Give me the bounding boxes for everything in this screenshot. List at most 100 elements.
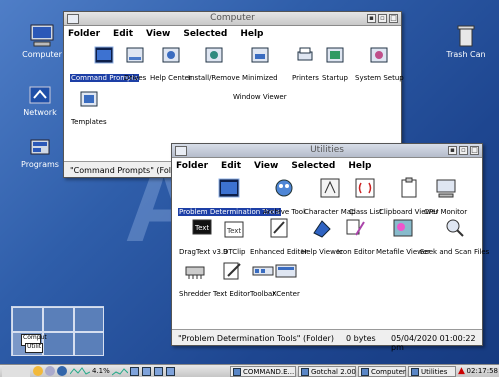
object-text-editor[interactable]: Text Editor bbox=[212, 259, 251, 300]
xcenter-logo-icon[interactable] bbox=[2, 366, 30, 377]
status-text: "Problem Determination Tools" (Folder) bbox=[178, 334, 334, 343]
task-computer-button[interactable]: Computer bbox=[358, 366, 406, 377]
text-editor-icon bbox=[223, 262, 241, 280]
printers-icon bbox=[297, 47, 313, 61]
minimize-icon[interactable]: ▪ bbox=[448, 146, 457, 155]
virtual-desktop-pager[interactable]: Comput Utilit bbox=[11, 306, 104, 356]
command-prompt-icon bbox=[233, 368, 241, 376]
xcenter-icon bbox=[275, 264, 297, 278]
computer-menubar: Folder Edit View Selected Help bbox=[64, 26, 401, 41]
character-map-icon bbox=[320, 178, 340, 198]
window-icon[interactable] bbox=[166, 367, 175, 376]
system-setup-icon bbox=[370, 47, 388, 63]
pager-cell[interactable] bbox=[74, 332, 104, 356]
minimized-window-viewer-icon bbox=[251, 47, 269, 63]
dtclip-icon-glyph: Text bbox=[226, 227, 241, 235]
pager-cell[interactable] bbox=[12, 307, 43, 332]
cpu-percent: 4.1% bbox=[92, 367, 110, 375]
cpu-monitor-icon bbox=[436, 179, 456, 198]
utilities-window-body: Problem Determination Tools Archive Tool… bbox=[172, 173, 489, 329]
menu-edit[interactable]: Edit bbox=[113, 29, 133, 39]
desktop-icon-label: Programs bbox=[21, 160, 59, 169]
menu-selected[interactable]: Selected bbox=[291, 161, 335, 171]
seek-scan-icon bbox=[446, 219, 464, 237]
shredder-icon bbox=[185, 266, 205, 279]
object-archive-tool[interactable]: Archive Tool bbox=[262, 177, 306, 218]
desktop-icon-label: Network bbox=[23, 108, 57, 117]
status-date: 05/04/2020 01:00:22 pm bbox=[391, 334, 476, 352]
xcenter-taskbar: 4.1% COMMAND.E... Gotchal 2.00 Computer … bbox=[0, 364, 499, 377]
menu-folder[interactable]: Folder bbox=[176, 161, 208, 171]
computer-icon bbox=[30, 24, 54, 47]
help-center-icon bbox=[162, 47, 180, 63]
object-system-setup[interactable]: System Setup bbox=[354, 45, 405, 84]
pager-cell[interactable] bbox=[74, 307, 104, 332]
object-cpu-monitor[interactable]: CPU Monitor bbox=[423, 177, 468, 218]
menu-help[interactable]: Help bbox=[348, 161, 371, 171]
clipboard-viewer-icon bbox=[401, 177, 417, 198]
drives-icon bbox=[126, 47, 144, 63]
object-xcenter[interactable]: XCenter bbox=[271, 259, 301, 300]
desktop-icon-computer[interactable]: Computer bbox=[14, 24, 70, 59]
restore-icon[interactable]: ▫ bbox=[378, 14, 387, 23]
task-command-button[interactable]: COMMAND.E... bbox=[230, 366, 296, 377]
utilities-menubar: Folder Edit View Selected Help bbox=[172, 158, 482, 173]
object-icon-editor[interactable]: Icon Editor bbox=[336, 217, 376, 258]
object-seek-and-scan-files[interactable]: Seek and Scan Files bbox=[419, 217, 490, 258]
window-icon[interactable] bbox=[154, 367, 163, 376]
object-dtclip[interactable]: Text DTClip bbox=[222, 217, 246, 258]
object-startup[interactable]: Startup bbox=[321, 45, 349, 84]
desktop-icon-programs[interactable]: Programs bbox=[12, 138, 68, 169]
trash-can-icon bbox=[457, 25, 475, 47]
restore-icon[interactable]: ▫ bbox=[459, 146, 468, 155]
dragtext-icon-glyph: Text bbox=[194, 224, 209, 232]
pager-cell[interactable] bbox=[43, 307, 74, 332]
task-utilities-button[interactable]: Utilities bbox=[408, 366, 456, 377]
network-status-icon[interactable] bbox=[57, 366, 67, 376]
menu-view[interactable]: View bbox=[146, 29, 170, 39]
network-icon bbox=[29, 86, 51, 104]
object-shredder[interactable]: Shredder bbox=[178, 259, 212, 300]
maximize-icon[interactable]: □ bbox=[470, 146, 479, 155]
window-icon[interactable] bbox=[142, 367, 151, 376]
menu-help[interactable]: Help bbox=[240, 29, 263, 39]
window-icon[interactable] bbox=[130, 367, 139, 376]
desktop-icon-label: Computer bbox=[22, 50, 62, 59]
pager-window-utilities[interactable]: Utilit bbox=[25, 343, 43, 353]
folder-icon bbox=[218, 178, 240, 198]
maximize-icon[interactable]: □ bbox=[389, 14, 398, 23]
metafile-viewer-icon bbox=[393, 219, 413, 237]
dtclip-icon: Text bbox=[224, 221, 244, 238]
utilities-icon bbox=[411, 368, 419, 376]
object-templates[interactable]: Templates bbox=[70, 89, 108, 128]
pager-cell[interactable] bbox=[43, 332, 74, 356]
utilities-window[interactable]: Utilities ▪ ▫ □ Folder Edit View Selecte… bbox=[171, 143, 489, 352]
object-drives[interactable]: Drives bbox=[123, 45, 147, 84]
status-size: 0 bytes bbox=[346, 334, 376, 343]
menu-edit[interactable]: Edit bbox=[221, 161, 241, 171]
menu-selected[interactable]: Selected bbox=[183, 29, 227, 39]
minimize-icon[interactable]: ▪ bbox=[367, 14, 376, 23]
window-title: Utilities bbox=[310, 145, 344, 155]
object-printers[interactable]: Printers bbox=[291, 45, 320, 84]
desktop-icon-trash-can[interactable]: Trash Can bbox=[438, 24, 494, 59]
clock: 02:17:58 pm bbox=[466, 367, 498, 377]
folder-icon bbox=[94, 46, 114, 64]
enhanced-editor-icon bbox=[270, 218, 288, 238]
task-gotchal-button[interactable]: Gotchal 2.00 bbox=[298, 366, 356, 377]
utilities-window-titlebar[interactable]: Utilities ▪ ▫ □ bbox=[172, 144, 482, 158]
folder-shortcut-icon[interactable] bbox=[33, 366, 43, 376]
object-minimized-window-viewer[interactable]: Minimized Window Viewer bbox=[232, 45, 288, 103]
desktop-icon-network[interactable]: Network bbox=[12, 86, 68, 117]
search-icon[interactable] bbox=[45, 366, 55, 376]
computer-window-titlebar[interactable]: Computer ▪ ▫ □ bbox=[64, 12, 401, 26]
icon-editor-icon bbox=[346, 219, 365, 236]
computer-icon bbox=[361, 368, 369, 376]
install-remove-icon bbox=[205, 47, 223, 63]
window-list-quick-icons[interactable] bbox=[130, 366, 176, 377]
help-viewer-icon bbox=[313, 220, 331, 238]
menu-view[interactable]: View bbox=[254, 161, 278, 171]
memory-graph-icon bbox=[112, 368, 128, 376]
archive-tool-icon bbox=[275, 179, 293, 197]
menu-folder[interactable]: Folder bbox=[68, 29, 100, 39]
